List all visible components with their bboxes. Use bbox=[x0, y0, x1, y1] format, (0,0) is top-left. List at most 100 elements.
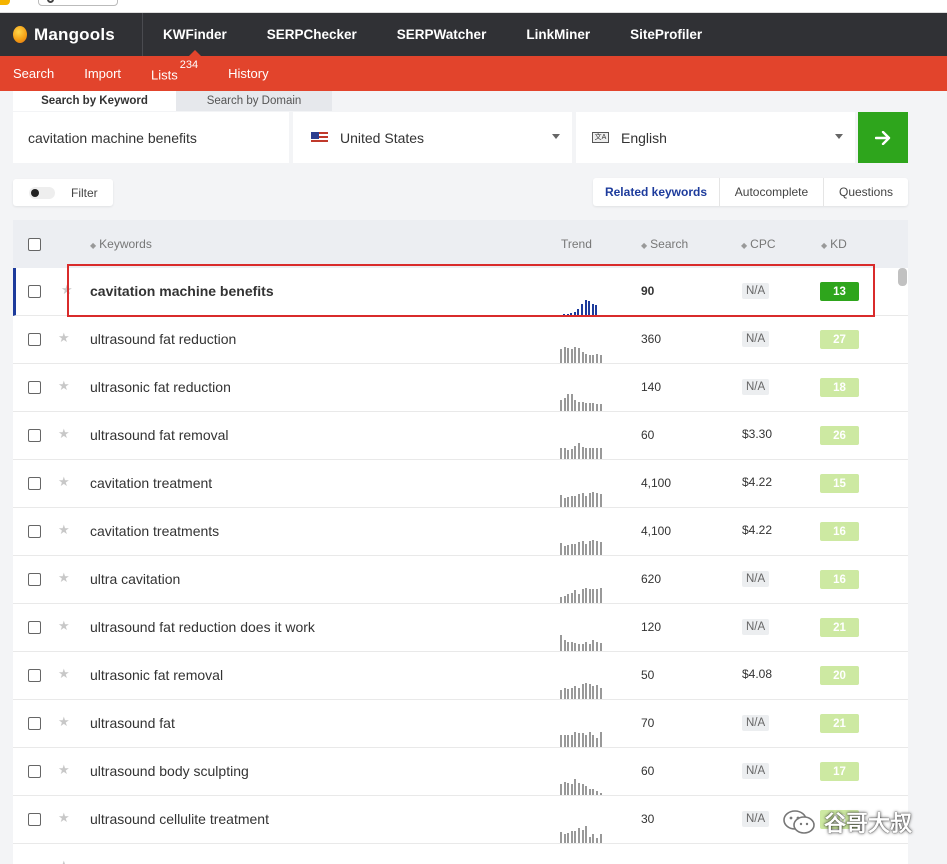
browser-tab[interactable] bbox=[38, 0, 118, 6]
trend-bar bbox=[578, 828, 580, 843]
trend-bar bbox=[567, 783, 570, 795]
keyword-cell[interactable]: ultrasound fat removal bbox=[90, 427, 229, 443]
header-keywords[interactable]: ◆ Keywords bbox=[90, 237, 152, 251]
row-checkbox[interactable] bbox=[28, 765, 41, 778]
trend-bar bbox=[560, 400, 562, 411]
subnav-search[interactable]: Search bbox=[13, 66, 54, 81]
row-checkbox[interactable] bbox=[28, 285, 41, 298]
keyword-cell[interactable]: cavitation machine benefits bbox=[90, 283, 274, 299]
row-checkbox[interactable] bbox=[28, 429, 41, 442]
keyword-input[interactable] bbox=[13, 112, 289, 163]
table-row[interactable]: ★ ultrasonic fat removal 50 $4.08 20 bbox=[13, 652, 908, 700]
star-icon[interactable]: ★ bbox=[58, 570, 70, 586]
search-mode-tabs: Search by Keyword Search by Domain bbox=[13, 91, 332, 111]
nav-linkminer[interactable]: LinkMiner bbox=[506, 13, 610, 56]
keyword-cell[interactable]: ultrasound body sculpting bbox=[90, 763, 249, 779]
keyword-cell[interactable]: ultrasonic fat reduction bbox=[90, 379, 231, 395]
table-row[interactable]: ★ ultrasound cellulite treatment 30 N/A 16 bbox=[13, 796, 908, 844]
keyword-cell[interactable]: ultrasound fat bbox=[90, 715, 175, 731]
trend-sparkline bbox=[560, 390, 604, 411]
keyword-cell[interactable]: ultrasound cellulite treatment bbox=[90, 811, 269, 827]
star-icon[interactable]: ★ bbox=[58, 714, 70, 730]
row-checkbox[interactable] bbox=[28, 669, 41, 682]
star-icon[interactable]: ★ bbox=[58, 810, 70, 826]
trend-bar bbox=[573, 312, 576, 315]
table-row[interactable]: ★ ultrasonic fat reduction 140 N/A 18 bbox=[13, 364, 908, 412]
row-checkbox[interactable] bbox=[28, 381, 41, 394]
table-row[interactable]: ★ ultrasound fat reduction 360 N/A 27 bbox=[13, 316, 908, 364]
location-value: United States bbox=[340, 129, 425, 146]
star-icon[interactable]: ★ bbox=[58, 330, 70, 346]
language-select[interactable]: 文A English bbox=[576, 112, 855, 163]
row-checkbox[interactable] bbox=[28, 573, 41, 586]
keyword-cell[interactable]: cavitation treatment bbox=[90, 475, 212, 491]
nav-siteprofiler[interactable]: SiteProfiler bbox=[610, 13, 722, 56]
trend-bar bbox=[563, 498, 566, 507]
star-icon[interactable]: ★ bbox=[58, 618, 70, 634]
filter-toggle[interactable]: Filter bbox=[13, 179, 113, 206]
trend-bar bbox=[567, 497, 570, 507]
star-icon[interactable]: ★ bbox=[58, 666, 70, 682]
table-row[interactable]: ★ ultrasound body sculpting 60 N/A 17 bbox=[13, 748, 908, 796]
select-all-checkbox[interactable] bbox=[28, 238, 41, 251]
subnav-history[interactable]: History bbox=[228, 66, 268, 81]
tab-search-by-keyword[interactable]: Search by Keyword bbox=[13, 91, 176, 111]
trend-bar bbox=[596, 448, 598, 459]
keyword-cell[interactable]: ultrasonic fat removal bbox=[90, 667, 223, 683]
trend-bar bbox=[563, 782, 566, 795]
star-icon[interactable]: ★ bbox=[58, 426, 70, 442]
watermark-text: 谷哥大叔 bbox=[824, 811, 913, 836]
row-checkbox[interactable] bbox=[28, 621, 41, 634]
row-checkbox[interactable] bbox=[28, 717, 41, 730]
sort-icon: ◆ bbox=[641, 241, 648, 250]
star-icon[interactable]: ★ bbox=[58, 474, 70, 490]
star-icon[interactable]: ★ bbox=[58, 522, 70, 538]
row-checkbox[interactable] bbox=[28, 525, 41, 538]
trend-bar bbox=[581, 402, 584, 411]
star-icon[interactable]: ★ bbox=[61, 282, 73, 298]
table-row[interactable]: ★ ultrasound fat reduction does it work 12… bbox=[13, 604, 908, 652]
table-row[interactable]: ★ cavitation treatments 4,100 $4.22 16 bbox=[13, 508, 908, 556]
tab-search-by-domain[interactable]: Search by Domain bbox=[176, 91, 332, 111]
us-flag-icon bbox=[311, 131, 328, 144]
cpc-cell: N/A bbox=[742, 379, 770, 395]
table-row[interactable]: ★ ultra cavitation 620 N/A 16 bbox=[13, 556, 908, 604]
keyword-cell[interactable]: ultra cavitation bbox=[90, 571, 180, 587]
subnav-lists-label: Lists bbox=[151, 67, 178, 83]
nav-serpwatcher[interactable]: SERPWatcher bbox=[377, 13, 507, 56]
star-icon[interactable]: ★ bbox=[58, 858, 70, 864]
row-checkbox[interactable] bbox=[28, 333, 41, 346]
kd-badge: 15 bbox=[820, 474, 859, 493]
table-row[interactable]: ★ cavitation treatment 4,100 $4.22 15 bbox=[13, 460, 908, 508]
nav-serpchecker[interactable]: SERPChecker bbox=[247, 13, 377, 56]
keyword-cell[interactable]: ultrasound fat reduction does it work bbox=[90, 619, 315, 635]
subnav-import[interactable]: Import bbox=[84, 66, 121, 81]
trend-bar bbox=[592, 834, 595, 843]
tab-autocomplete[interactable]: Autocomplete bbox=[719, 178, 823, 206]
keyword-cell[interactable]: ultrasound fat reduction bbox=[90, 331, 236, 347]
table-row[interactable]: ★ ultrasound fat removal 60 $3.30 26 bbox=[13, 412, 908, 460]
nav-kwfinder[interactable]: KWFinder bbox=[143, 13, 247, 57]
trend-bar bbox=[596, 738, 598, 747]
row-checkbox[interactable] bbox=[28, 477, 41, 490]
mangools-logo[interactable]: Mangools bbox=[0, 13, 143, 56]
search-submit-button[interactable] bbox=[858, 112, 908, 163]
table-row[interactable]: ★ bbox=[13, 844, 908, 864]
header-kd[interactable]: ◆ KD bbox=[821, 237, 847, 251]
trend-bar bbox=[570, 449, 573, 459]
location-select[interactable]: United States bbox=[293, 112, 572, 163]
tab-questions[interactable]: Questions bbox=[823, 178, 908, 206]
table-row[interactable]: ★ ultrasound fat 70 N/A 21 bbox=[13, 700, 908, 748]
star-icon[interactable]: ★ bbox=[58, 762, 70, 778]
table-scrollbar[interactable] bbox=[898, 268, 907, 286]
star-icon[interactable]: ★ bbox=[58, 378, 70, 394]
header-cpc[interactable]: ◆ CPC bbox=[741, 237, 776, 251]
row-checkbox[interactable] bbox=[28, 813, 41, 826]
trend-bar bbox=[578, 443, 580, 459]
keyword-cell[interactable]: cavitation treatments bbox=[90, 523, 219, 539]
tab-related-keywords[interactable]: Related keywords bbox=[593, 178, 719, 206]
trend-bar bbox=[560, 448, 562, 459]
table-row[interactable]: ★ cavitation machine benefits 90 N/A 13 bbox=[13, 268, 908, 316]
subnav-lists[interactable]: Lists234 bbox=[151, 59, 198, 83]
header-search[interactable]: ◆ Search bbox=[641, 237, 688, 251]
